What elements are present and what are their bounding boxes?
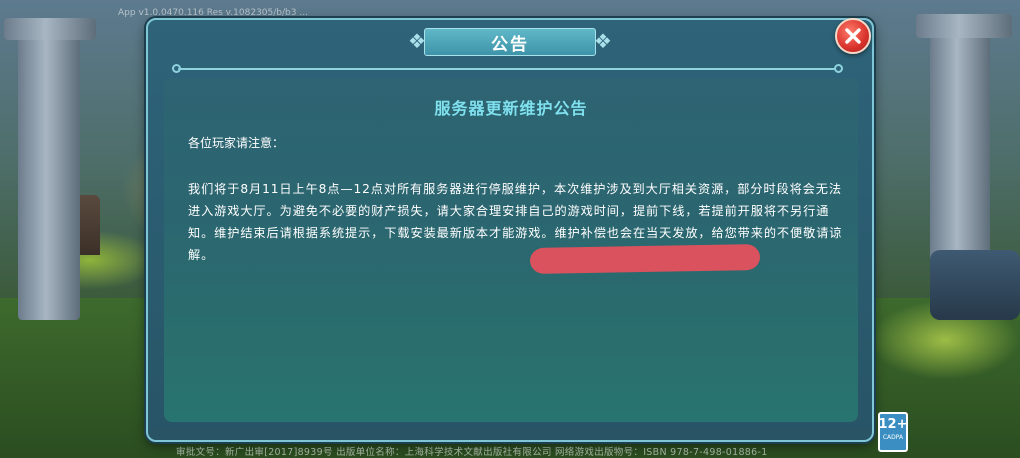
close-button[interactable] bbox=[835, 18, 871, 54]
pillar-left-cap bbox=[4, 18, 96, 40]
app-version-text: App v1.0.0470.116 Res v.1082305/b/b3 ... bbox=[118, 8, 308, 18]
pillar-right-cap bbox=[916, 14, 1012, 38]
rock-right bbox=[930, 250, 1020, 320]
dialog-title-tab: 公告 bbox=[424, 28, 596, 56]
header-divider bbox=[178, 68, 838, 70]
redaction-mark bbox=[529, 243, 761, 275]
age-rating-badge: 12+ CADPA bbox=[878, 412, 908, 452]
pillar-left bbox=[18, 30, 80, 320]
age-rating-caption: CADPA bbox=[882, 434, 904, 441]
dialog-title: 公告 bbox=[491, 34, 529, 55]
title-ornament-right-icon: ❖ bbox=[594, 29, 612, 53]
age-rating-value: 12+ bbox=[878, 417, 908, 432]
close-icon bbox=[845, 28, 861, 44]
notice-title: 服务器更新维护公告 bbox=[434, 99, 588, 118]
approval-footer: 审批文号：新广出审[2017]8939号 出版单位名称：上海科学技术文献出版社有… bbox=[176, 447, 768, 458]
greeting-text: 各位玩家请注意： bbox=[188, 136, 285, 150]
divider-ornament-right bbox=[834, 64, 843, 73]
